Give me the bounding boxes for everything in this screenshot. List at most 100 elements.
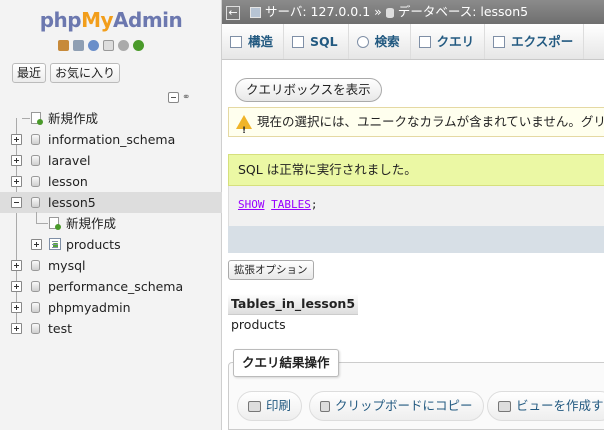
table-icon xyxy=(49,238,61,250)
tree-db-test[interactable]: test xyxy=(0,318,222,339)
tree-item-label: performance_schema xyxy=(48,279,184,294)
collapse-all-icon[interactable] xyxy=(168,92,179,103)
print-button[interactable]: 印刷 xyxy=(237,391,303,421)
notice-text: 現在の選択には、ユニークなカラムが含まれていません。グリッ xyxy=(257,114,604,129)
favorites-tab[interactable]: お気に入り xyxy=(50,63,121,83)
nav-icon-bar xyxy=(58,40,144,54)
tree-item-label: 新規作成 xyxy=(48,111,99,126)
nav-tabs: 最近 お気に入り xyxy=(12,63,121,83)
top-menu-tabs: 構造 SQL 検索 クエリ エクスポー xyxy=(222,24,604,60)
database-icon xyxy=(31,155,40,166)
navigation-panel: phpMyAdmin 最近 お気に入り ⚭ 新規作成 information_s… xyxy=(0,0,222,430)
tree-db-mysql[interactable]: mysql xyxy=(0,255,222,276)
tree-item-label: products xyxy=(66,237,121,252)
database-icon xyxy=(31,134,40,145)
tree-db-lesson5[interactable]: lesson5 xyxy=(0,192,222,213)
recent-tab[interactable]: 最近 xyxy=(12,63,47,83)
database-icon xyxy=(31,197,40,208)
tree-item-label: lesson5 xyxy=(48,195,96,210)
database-icon[interactable] xyxy=(73,40,84,51)
button-label: ビューを作成す xyxy=(516,398,604,413)
tab-query[interactable]: クエリ xyxy=(411,24,486,59)
tree-item-label: laravel xyxy=(48,153,91,168)
tab-label: クエリ xyxy=(436,34,475,49)
export-icon xyxy=(493,36,506,48)
structure-icon xyxy=(230,36,242,48)
new-icon xyxy=(49,217,61,230)
database-icon xyxy=(31,281,40,292)
tab-label: 検索 xyxy=(374,34,400,49)
database-icon xyxy=(31,302,40,313)
database-tree: 新規作成 information_schema laravel lesson l… xyxy=(0,108,222,339)
tree-item-label: information_schema xyxy=(48,132,176,147)
database-icon xyxy=(31,323,40,334)
tree-db-phpmyadmin[interactable]: phpmyadmin xyxy=(0,297,222,318)
tree-db-performance-schema[interactable]: performance_schema xyxy=(0,276,222,297)
help-icon[interactable] xyxy=(88,40,99,51)
expand-icon[interactable] xyxy=(11,281,22,292)
warning-icon xyxy=(236,115,252,136)
server-icon xyxy=(249,7,261,18)
breadcrumb: ← サーバ: 127.0.0.1 » データベース: lesson5 xyxy=(222,0,604,24)
collapse-icon[interactable] xyxy=(11,197,22,208)
table-row: products xyxy=(228,314,358,334)
copy-icon xyxy=(320,400,330,412)
sql-keyword-tables[interactable]: TABLES xyxy=(271,198,311,211)
back-arrow-icon[interactable]: ← xyxy=(226,5,240,20)
docs-icon[interactable] xyxy=(103,40,114,51)
query-icon xyxy=(418,36,431,48)
table-cell: products xyxy=(231,316,286,332)
sql-keyword-show[interactable]: SHOW xyxy=(238,198,265,211)
operations-legend: クエリ結果操作 xyxy=(233,349,339,377)
tree-item-label: lesson xyxy=(48,174,88,189)
sql-terminator: ; xyxy=(310,198,318,211)
expand-icon[interactable] xyxy=(11,134,22,145)
logo-my: My xyxy=(81,8,114,32)
home-icon[interactable] xyxy=(58,40,69,51)
result-table: Tables_in_lesson5 products xyxy=(228,294,359,334)
tree-db-information-schema[interactable]: information_schema xyxy=(0,129,222,150)
link-with-main-icon[interactable]: ⚭ xyxy=(182,92,190,103)
show-query-box-button[interactable]: クエリボックスを表示 xyxy=(235,78,382,102)
expand-icon[interactable] xyxy=(11,155,22,166)
tree-db-lesson[interactable]: lesson xyxy=(0,171,222,192)
tab-structure[interactable]: 構造 xyxy=(222,24,285,59)
settings-icon[interactable] xyxy=(118,40,129,51)
tab-search[interactable]: 検索 xyxy=(349,24,411,59)
tree-item-label: test xyxy=(48,321,73,336)
success-message: SQL は正常に実行されました。 xyxy=(228,154,604,186)
expand-icon[interactable] xyxy=(11,323,22,334)
tree-new-database[interactable]: 新規作成 xyxy=(0,108,222,129)
database-icon xyxy=(31,176,40,187)
column-header[interactable]: Tables_in_lesson5 xyxy=(228,294,359,315)
expand-icon[interactable] xyxy=(11,176,22,187)
copy-to-clipboard-button[interactable]: クリップボードにコピー xyxy=(309,391,484,421)
tree-new-table[interactable]: 新規作成 xyxy=(0,212,222,234)
tab-sql[interactable]: SQL xyxy=(284,24,349,59)
breadcrumb-database[interactable]: データベース: lesson5 xyxy=(398,4,528,19)
tree-controls: ⚭ xyxy=(168,92,190,103)
search-icon xyxy=(356,36,369,48)
notice-message: 現在の選択には、ユニークなカラムが含まれていません。グリッ xyxy=(228,107,604,137)
database-icon xyxy=(31,260,40,271)
reload-icon[interactable] xyxy=(133,40,144,51)
database-icon xyxy=(385,7,394,18)
extended-options-button[interactable]: 拡張オプション xyxy=(228,260,314,280)
tab-label: SQL xyxy=(310,34,338,49)
sql-icon xyxy=(292,36,305,48)
tab-label: エクスポー xyxy=(511,34,574,49)
main-panel: ← サーバ: 127.0.0.1 » データベース: lesson5 構造 SQ… xyxy=(222,0,604,430)
tree-db-laravel[interactable]: laravel xyxy=(0,150,222,171)
tree-table-products[interactable]: products xyxy=(0,234,222,255)
sql-query-display: SHOW TABLES; xyxy=(228,186,604,226)
view-icon xyxy=(498,400,511,412)
logo-admin: Admin xyxy=(113,8,183,32)
create-view-button[interactable]: ビューを作成す xyxy=(487,391,604,421)
expand-icon[interactable] xyxy=(11,260,22,271)
tree-item-label: phpmyadmin xyxy=(48,300,131,315)
tab-export[interactable]: エクスポー xyxy=(485,24,585,59)
breadcrumb-server[interactable]: サーバ: 127.0.0.1 xyxy=(265,4,370,19)
phpmyadmin-logo[interactable]: phpMyAdmin xyxy=(0,8,222,32)
expand-icon[interactable] xyxy=(31,239,42,250)
expand-icon[interactable] xyxy=(11,302,22,313)
